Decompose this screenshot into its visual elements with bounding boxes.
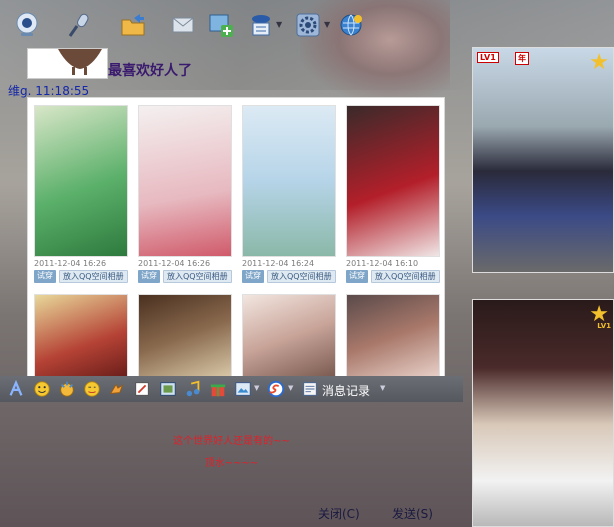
contact-nickname: 最喜欢好人了 [108,63,192,79]
photo-date: 2011-12-04 16:10 [346,259,419,268]
folder-send-icon[interactable] [118,10,148,40]
message-history-icon[interactable] [300,379,320,399]
photo-card[interactable] [34,294,128,378]
level-badge: LV1 [477,52,499,63]
photo-thumbnail[interactable] [346,294,440,378]
avatar[interactable] [27,48,108,79]
save-to-album-button[interactable]: 放入QQ空间相册 [163,270,232,283]
try-on-button[interactable]: 试穿 [346,270,368,283]
music-icon[interactable] [183,379,203,399]
edit-note-icon[interactable] [132,379,152,399]
photo-card[interactable] [138,294,232,378]
photo-thumbnail[interactable] [242,105,336,257]
screenshot-icon[interactable] [158,379,178,399]
send-image-icon[interactable] [233,379,253,399]
message-input-line[interactable]: 顶水~~~~ [0,454,463,469]
input-toolbar: ▼ ▼ 消息记录 ▼ [0,376,463,402]
wink-emoji-icon[interactable] [82,379,102,399]
user-card-dropdown-icon[interactable]: ▼ [276,20,282,29]
contact-show-photo[interactable]: LV1 年 ★ [472,47,614,273]
font-icon[interactable] [6,379,26,399]
my-show-photo[interactable]: ★ LV1 [472,299,614,527]
photo-thumbnail[interactable] [138,294,232,378]
add-app-icon[interactable] [206,10,236,40]
photo-card[interactable]: 2011-12-04 16:24 试穿 放入QQ空间相册 [242,105,336,283]
message-input-line[interactable]: 这个世界好人还是有的~~ [0,432,463,447]
history-dropdown-icon[interactable]: ▼ [380,384,385,392]
photo-card[interactable]: 2011-12-04 16:26 试穿 放入QQ空间相册 [34,105,128,283]
webcam-icon[interactable] [12,10,42,40]
message-history-button[interactable]: 消息记录 [322,382,370,399]
gift-icon[interactable] [208,379,228,399]
photo-card[interactable]: 2011-12-04 16:26 试穿 放入QQ空间相册 [138,105,232,283]
close-button[interactable]: 关闭(C) [318,505,360,522]
shake-window-icon[interactable] [107,379,127,399]
settings-dropdown-icon[interactable]: ▼ [324,20,330,29]
shared-photo-gallery: 2011-12-04 16:26 试穿 放入QQ空间相册 2011-12-04 1… [27,97,445,381]
magic-emoji-icon[interactable] [57,379,77,399]
settings-gear-icon[interactable] [293,10,323,40]
sogou-input-icon[interactable] [266,379,286,399]
image-dropdown-icon[interactable]: ▼ [254,384,259,392]
browser-icon[interactable] [336,10,366,40]
photo-date: 2011-12-04 16:26 [138,259,211,268]
photo-card[interactable] [346,294,440,378]
photo-card[interactable] [242,294,336,378]
photo-card[interactable]: 2011-12-04 16:10 试穿 放入QQ空间相册 [346,105,440,283]
save-to-album-button[interactable]: 放入QQ空间相册 [59,270,128,283]
photo-thumbnail[interactable] [34,105,128,257]
year-tag: 年 [515,52,529,65]
save-to-album-button[interactable]: 放入QQ空间相册 [371,270,440,283]
photo-thumbnail[interactable] [346,105,440,257]
star-icon: ★ [589,50,609,75]
try-on-button[interactable]: 试穿 [34,270,56,283]
photo-date: 2011-12-04 16:26 [34,259,107,268]
sogou-dropdown-icon[interactable]: ▼ [288,384,293,392]
mail-icon[interactable] [168,10,198,40]
microphone-icon[interactable] [64,10,94,40]
avatar-image [28,49,107,78]
level-label: LV1 [597,322,611,330]
user-card-icon[interactable] [246,10,276,40]
try-on-button[interactable]: 试穿 [242,270,264,283]
photo-thumbnail[interactable] [242,294,336,378]
send-button[interactable]: 发送(S) [392,505,433,522]
photo-date: 2011-12-04 16:24 [242,259,315,268]
save-to-album-button[interactable]: 放入QQ空间相册 [267,270,336,283]
photo-thumbnail[interactable] [34,294,128,378]
emoji-icon[interactable] [32,379,52,399]
photo-thumbnail[interactable] [138,105,232,257]
try-on-button[interactable]: 试穿 [138,270,160,283]
